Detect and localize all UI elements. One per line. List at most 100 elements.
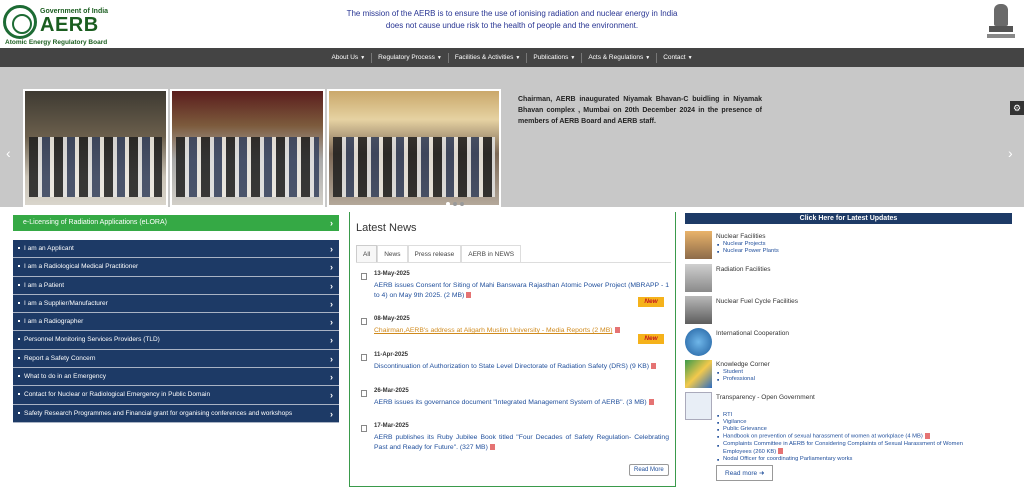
tab-aerb-in-news[interactable]: AERB in NEWS (461, 245, 522, 263)
chevron-right-icon: › (330, 408, 333, 419)
menu-item-supplier[interactable]: I am a Supplier/Manufacturer › (13, 294, 339, 314)
elora-button[interactable]: e-Licensing of Radiation Applications (e… (13, 215, 339, 231)
news-doc-icon (361, 425, 367, 432)
transparency-icon (685, 392, 712, 420)
menu-item-safety-research[interactable]: Safety Research Programmes and Financial… (13, 404, 339, 423)
news-link[interactable]: AERB publishes its Ruby Jubilee Book tit… (374, 433, 669, 453)
pdf-icon (489, 444, 495, 451)
menu-item-emergency-contact[interactable]: Contact for Nuclear or Radiological Emer… (13, 386, 339, 405)
menu-item-safety-concern[interactable]: Report a Safety Concern › (13, 349, 339, 369)
nav-acts-regulations[interactable]: Acts & Regulations ▼ (582, 52, 658, 63)
nuclear-projects-link[interactable]: Nuclear Projects (717, 241, 765, 247)
news-date: 11-Apr-2025 (374, 352, 409, 358)
nuclear-facilities-link[interactable]: Nuclear Facilities (716, 233, 766, 240)
org-short-name[interactable]: AERB (40, 14, 99, 37)
knowledge-icon (685, 360, 712, 388)
caret-down-icon: ▼ (436, 54, 442, 61)
caret-down-icon: ▼ (360, 54, 366, 61)
chevron-right-icon: › (330, 298, 333, 309)
site-header: Government of India AERB Atomic Energy R… (0, 0, 1024, 48)
transparency-link[interactable]: Transparency - Open Government (716, 394, 815, 401)
nodal-officer-link[interactable]: Nodal Officer for coordinating Parliamen… (717, 456, 852, 462)
nuclear-power-plants-link[interactable]: Nuclear Power Plants (717, 248, 779, 254)
handbook-link[interactable]: Handbook on prevention of sexual harassm… (717, 433, 930, 440)
org-full-name: Atomic Energy Regulatory Board (5, 39, 108, 46)
mission-statement: The mission of the AERB is to ensure the… (340, 8, 684, 32)
menu-item-emergency[interactable]: What to do in an Emergency › (13, 368, 339, 387)
carousel-indicators[interactable] (446, 202, 464, 206)
elora-label: e-Licensing of Radiation Applications (e… (23, 219, 167, 226)
chevron-right-icon: › (330, 317, 333, 328)
caret-down-icon: ▼ (515, 54, 521, 61)
vigilance-link[interactable]: Vigilance (717, 419, 747, 425)
news-title: Latest News (356, 222, 417, 234)
news-date: 08-May-2025 (374, 316, 410, 322)
news-link[interactable]: AERB issues its governance document "Int… (374, 398, 669, 408)
menu-item-medical-practitioner[interactable]: I am a Radiological Medical Practitioner… (13, 258, 339, 277)
news-date: 13-May-2025 (374, 271, 410, 277)
carousel-photo[interactable] (170, 89, 325, 207)
fuel-cycle-link[interactable]: Nuclear Fuel Cycle Facilities (716, 298, 798, 305)
rti-link[interactable]: RTI (717, 412, 732, 418)
menu-item-tld-providers[interactable]: Personnel Monitoring Services Providers … (13, 331, 339, 350)
news-link[interactable]: Chairman,AERB's address at Aligarh Musli… (374, 326, 669, 336)
new-badge: New (638, 334, 664, 344)
updates-read-more-button[interactable]: Read more ➜ (716, 465, 774, 481)
chevron-right-icon: › (330, 218, 333, 228)
news-date: 26-Mar-2025 (374, 388, 409, 394)
news-date: 17-Mar-2025 (374, 423, 409, 429)
professional-link[interactable]: Professional (717, 376, 755, 382)
pdf-icon (651, 363, 657, 370)
pdf-icon (648, 399, 654, 406)
carousel (0, 67, 1024, 207)
student-link[interactable]: Student (717, 369, 743, 375)
complaints-committee-link[interactable]: Complaints Committee in AERB for Conside… (717, 440, 983, 456)
carousel-photo[interactable] (23, 89, 168, 207)
chevron-right-icon: › (330, 335, 333, 346)
latest-updates-button[interactable]: Click Here for Latest Updates (685, 213, 1012, 224)
globe-icon (685, 328, 712, 356)
chevron-left-icon[interactable]: ‹ (6, 145, 11, 161)
international-link[interactable]: International Cooperation (716, 330, 789, 337)
news-doc-icon (361, 273, 367, 280)
main-nav: About Us ▼ Regulatory Process ▼ Facilities… (0, 48, 1024, 67)
nav-contact[interactable]: Contact ▼ (657, 53, 698, 63)
pdf-icon (924, 433, 930, 439)
settings-gear-icon[interactable]: ⚙ (1010, 101, 1024, 115)
knowledge-corner-link[interactable]: Knowledge Corner (716, 361, 770, 368)
caret-down-icon: ▼ (570, 54, 576, 61)
tab-all[interactable]: All (356, 245, 378, 263)
chevron-right-icon: › (330, 390, 333, 401)
audience-menu: I am an Applicant › I am a Radiological M… (13, 240, 339, 423)
menu-item-radiographer[interactable]: I am a Radiographer › (13, 313, 339, 332)
arrow-right-circle-icon: ➜ (758, 470, 765, 477)
news-panel: Latest News All News Press release AERB … (349, 212, 676, 487)
news-doc-icon (361, 390, 367, 397)
national-emblem (985, 4, 1017, 40)
radiation-equipment-icon (685, 264, 712, 292)
tab-press-release[interactable]: Press release (407, 245, 462, 263)
menu-item-applicant[interactable]: I am an Applicant › (13, 240, 339, 259)
nav-publications[interactable]: Publications ▼ (527, 52, 583, 63)
caret-down-icon: ▼ (687, 54, 693, 61)
grievance-link[interactable]: Public Grievance (717, 426, 767, 432)
chevron-right-icon: › (330, 353, 333, 364)
news-link[interactable]: Discontinuation of Authorization to Stat… (374, 362, 669, 372)
nav-facilities[interactable]: Facilities & Activities ▼ (449, 52, 528, 63)
chevron-right-icon: › (330, 244, 333, 254)
news-doc-icon (361, 318, 367, 325)
menu-item-patient[interactable]: I am a Patient › (13, 276, 339, 295)
tab-news[interactable]: News (377, 245, 408, 263)
radiation-facilities-link[interactable]: Radiation Facilities (716, 266, 771, 273)
chevron-right-icon[interactable]: › (1008, 145, 1013, 161)
nav-regulatory-process[interactable]: Regulatory Process ▼ (372, 52, 449, 63)
carousel-photo[interactable] (327, 89, 501, 207)
news-link[interactable]: AERB issues Consent for Siting of Mahi B… (374, 281, 669, 301)
aerb-logo[interactable] (3, 5, 37, 39)
caret-down-icon: ▼ (645, 54, 651, 61)
pdf-icon (614, 327, 620, 334)
chevron-right-icon: › (330, 280, 333, 291)
nav-about-us[interactable]: About Us ▼ (325, 52, 373, 63)
mission-line-1: The mission of the AERB is to ensure the… (346, 9, 678, 18)
news-read-more-button[interactable]: Read More (629, 464, 669, 476)
